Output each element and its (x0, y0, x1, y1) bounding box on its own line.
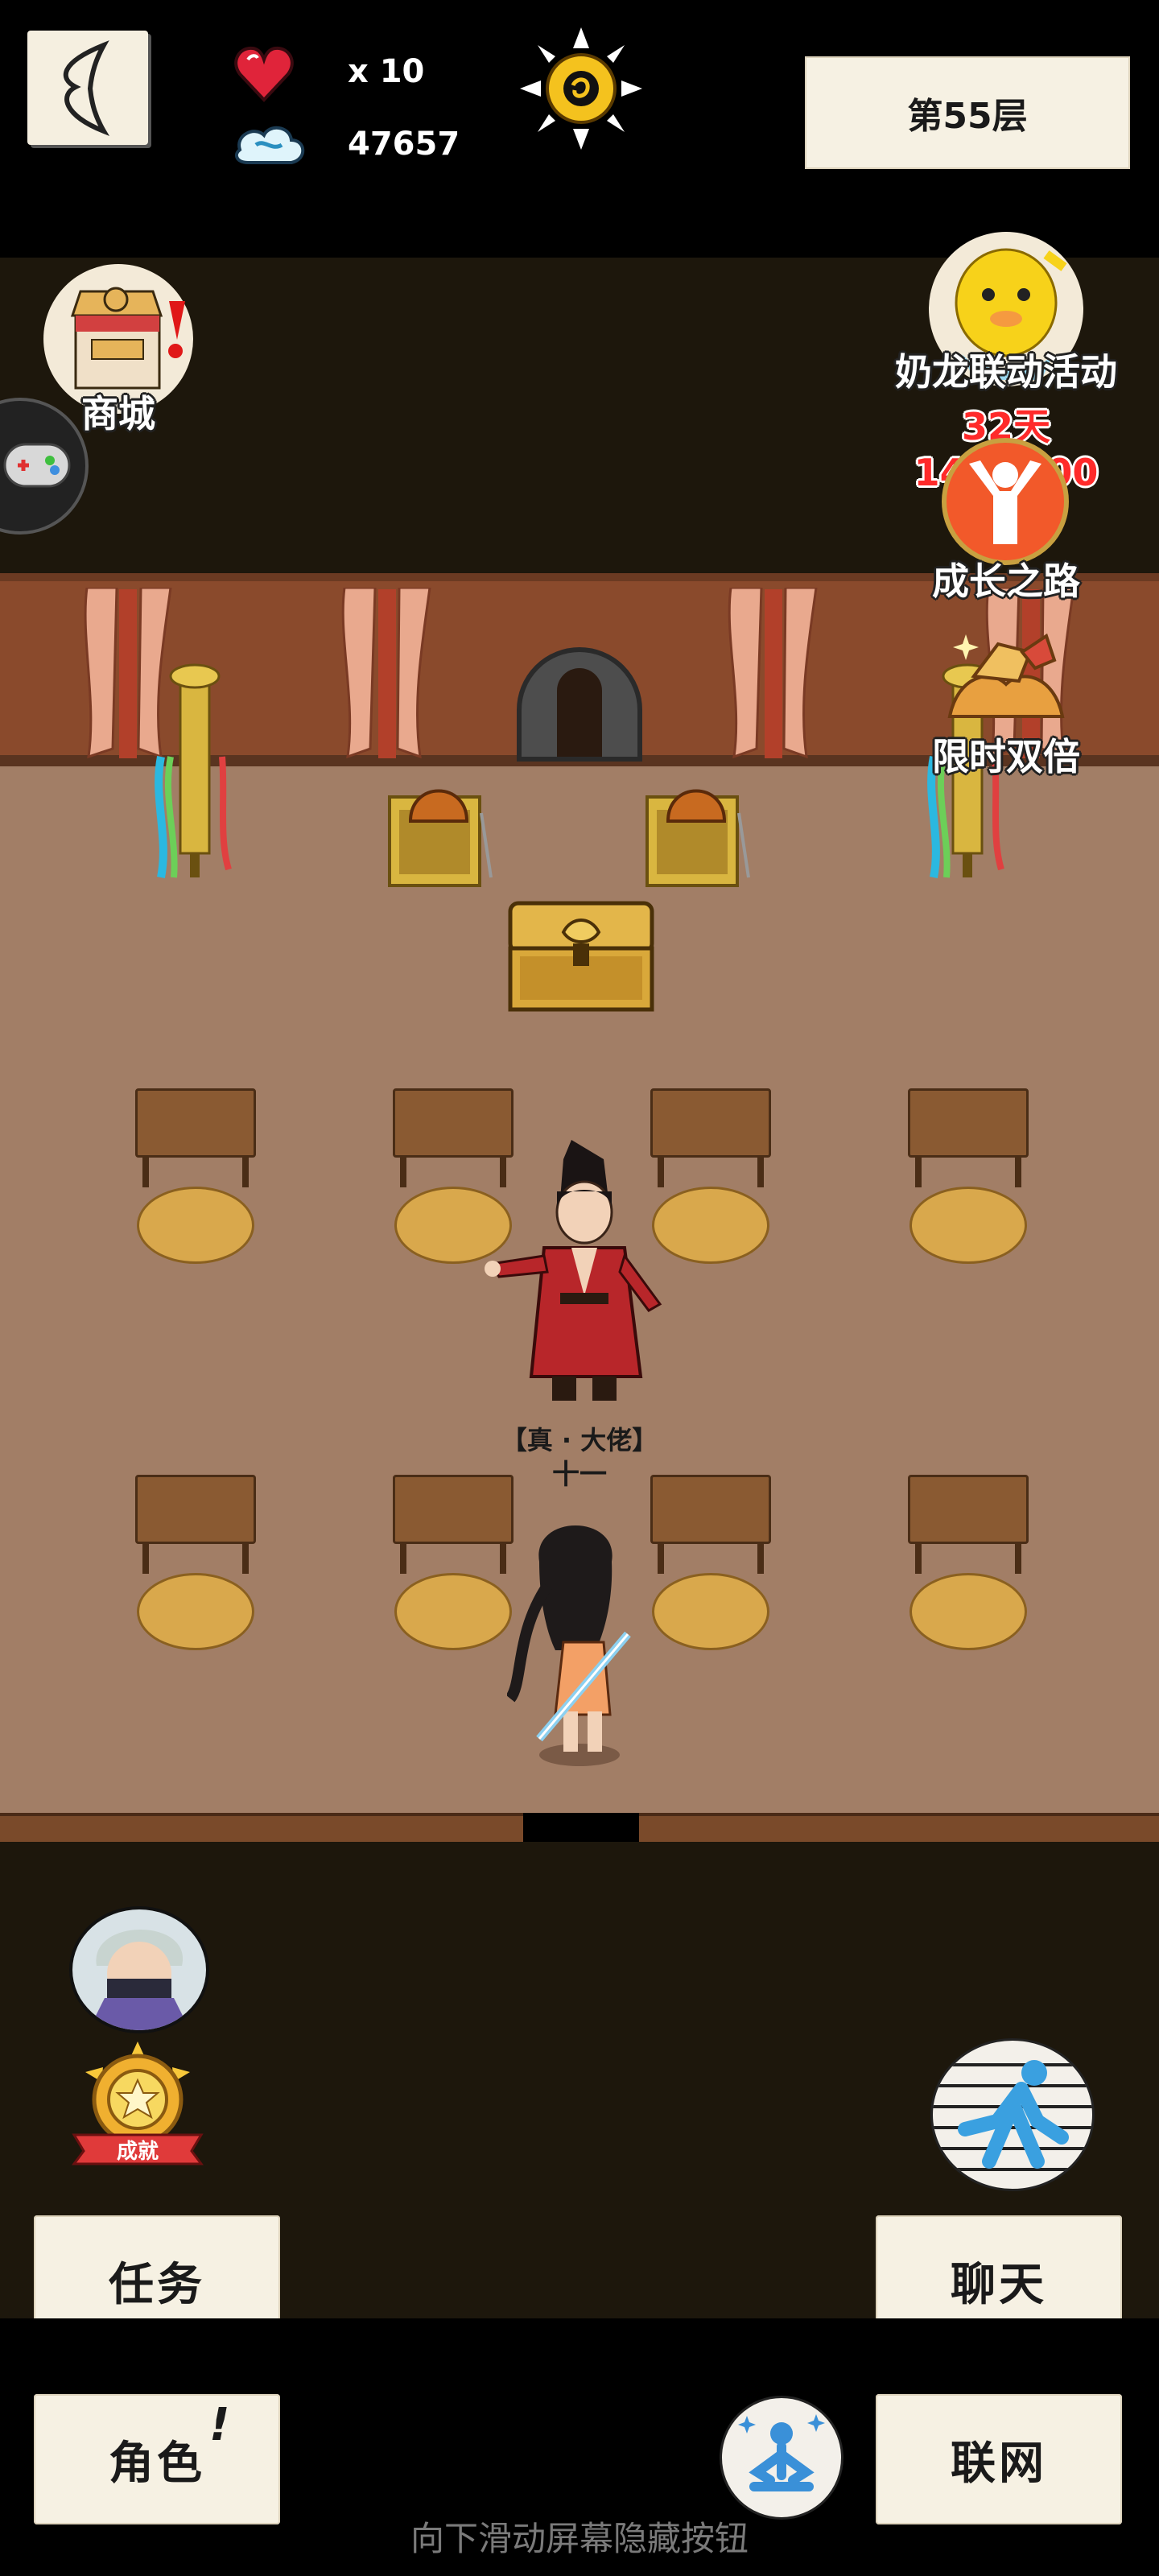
spirit-cloud-icon (234, 126, 305, 164)
event-button[interactable]: 奶龙联动活动 32天14:40:00 (877, 229, 1135, 494)
ninja-avatar-icon (89, 1930, 190, 2030)
table (650, 1475, 771, 1574)
floor-edge-right (639, 1813, 1159, 1845)
back-button[interactable] (27, 31, 148, 145)
table (135, 1088, 256, 1187)
shop-icon (70, 287, 163, 390)
achievement-button[interactable]: 成就 (69, 2040, 206, 2169)
double-reward-button[interactable]: 限时双倍 (909, 620, 1103, 789)
floor-edge-left (0, 1813, 523, 1845)
table (135, 1475, 256, 1574)
cushion (137, 1573, 254, 1650)
role-button[interactable]: 角色 ! (34, 2394, 280, 2524)
growth-label: 成长之路 (932, 559, 1080, 603)
sprint-button[interactable] (930, 2038, 1095, 2191)
round-door[interactable] (517, 647, 642, 762)
prayer-wheel-left (155, 663, 232, 878)
growth-button[interactable]: 成长之路 (909, 435, 1103, 604)
floor-indicator: 第55层 (805, 56, 1130, 169)
role-label: 角色 (109, 2437, 205, 2490)
event-title: 奶龙联动活动 (895, 350, 1117, 394)
cushion (137, 1187, 254, 1264)
chat-label: 聊天 (951, 2258, 1047, 2311)
shop-button[interactable]: 商城 (42, 264, 195, 436)
table (908, 1088, 1029, 1187)
bell-stand-left (388, 789, 493, 887)
online-label: 联网 (951, 2437, 1047, 2490)
npc-boss-character[interactable] (483, 1135, 692, 1409)
lives-count: x 10 (348, 53, 425, 90)
task-label: 任务 (109, 2258, 205, 2311)
cushion (652, 1573, 769, 1650)
heart-icon (234, 46, 294, 102)
treasure-chest[interactable] (507, 900, 655, 1016)
shop-alert-icon (168, 301, 185, 358)
online-button[interactable]: 联网 (876, 2394, 1122, 2524)
player-character[interactable] (507, 1505, 644, 1771)
achievement-badge-label: 成就 (116, 2140, 159, 2164)
cushion (909, 1573, 1027, 1650)
double-reward-label: 限时双倍 (932, 735, 1080, 778)
table (908, 1475, 1029, 1574)
role-alert-icon: ! (209, 2399, 233, 2451)
companion-avatar[interactable] (69, 1906, 209, 2033)
meditate-button[interactable] (720, 2396, 843, 2520)
cushion (394, 1573, 512, 1650)
gamepad-icon (3, 443, 71, 488)
floor-label: 第55层 (907, 96, 1028, 137)
currency-count: 47657 (348, 126, 460, 163)
sun-token-icon (520, 27, 642, 150)
growth-figure-icon (969, 460, 1041, 544)
running-man-icon (933, 2060, 1092, 2171)
bell-stand-right (645, 789, 750, 887)
cushion (909, 1187, 1027, 1264)
treasure-pile-icon (947, 633, 1065, 718)
door-opening (557, 668, 602, 757)
table (393, 1475, 514, 1574)
npc-name: 十一 (552, 1459, 607, 1491)
swipe-hint: 向下滑动屏幕隐藏按钮 (410, 2519, 749, 2558)
back-arrow-icon (63, 40, 110, 137)
growth-icon (942, 438, 1069, 565)
meditation-icon (738, 2414, 825, 2491)
